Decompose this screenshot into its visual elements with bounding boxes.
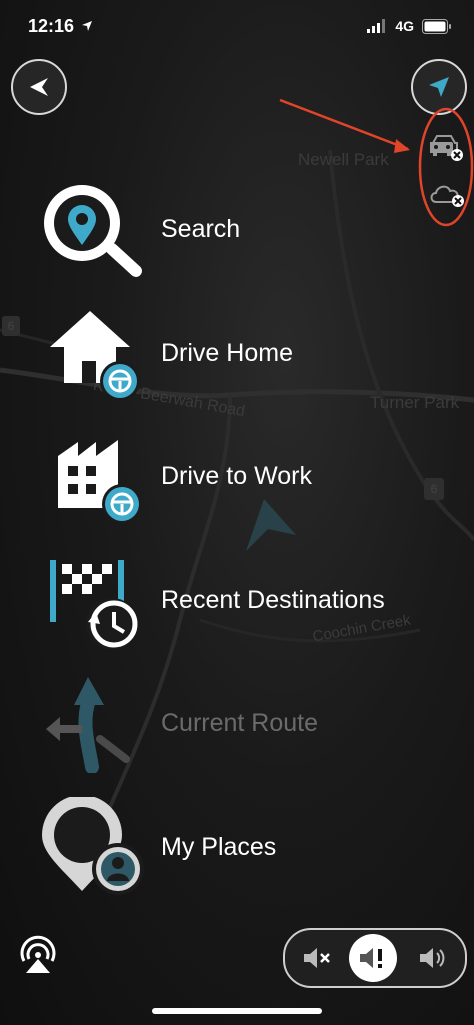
road-sign: 6 xyxy=(424,478,444,500)
annotation-highlight xyxy=(279,98,474,227)
menu-item-label: Drive to Work xyxy=(161,461,312,490)
menu-item-drive-to-work[interactable]: Drive to Work xyxy=(38,426,312,526)
back-arrow-icon xyxy=(30,78,48,96)
menu-item-label: Drive Home xyxy=(161,338,293,367)
sound-control xyxy=(283,928,467,988)
home-icon xyxy=(50,311,140,401)
road-sign: 6 xyxy=(2,316,20,336)
alerts-only-button[interactable] xyxy=(349,934,397,982)
menu-item-label: My Places xyxy=(161,832,277,861)
network-type: 4G xyxy=(395,18,414,34)
menu-item-label: Recent Destinations xyxy=(161,585,385,614)
menu-item-search[interactable]: Search xyxy=(38,179,240,279)
traffic-offline-icon[interactable] xyxy=(427,130,467,164)
battery-icon xyxy=(422,18,451,34)
back-button[interactable] xyxy=(11,59,67,115)
mute-button[interactable] xyxy=(293,934,341,982)
home-indicator[interactable] xyxy=(152,1008,322,1014)
speaker-mute-icon xyxy=(304,948,330,968)
current-route-icon xyxy=(46,677,130,774)
speaker-alert-icon xyxy=(360,948,382,968)
menu-item-recent-destinations[interactable]: Recent Destinations xyxy=(38,550,385,650)
menu-item-label: Current Route xyxy=(161,708,319,737)
weather-offline-icon[interactable] xyxy=(428,178,468,210)
speaker-on-icon xyxy=(420,948,445,968)
map-label: Turner Park xyxy=(370,393,460,412)
broadcast-icon xyxy=(20,935,56,973)
menu-item-label: Search xyxy=(161,214,241,243)
sound-on-button[interactable] xyxy=(409,934,457,982)
menu-item-drive-home[interactable]: Drive Home xyxy=(38,303,293,403)
connection-status-button[interactable] xyxy=(16,935,60,975)
location-arrow-icon xyxy=(82,21,93,31)
work-icon xyxy=(58,440,142,524)
menu-item-current-route[interactable]: Current Route xyxy=(38,673,318,774)
search-icon xyxy=(44,185,142,277)
status-bar: 12:16 4G xyxy=(0,0,474,58)
my-places-icon xyxy=(42,795,144,895)
current-position-icon xyxy=(246,499,296,551)
cellular-signal-icon xyxy=(367,19,386,33)
status-time: 12:16 xyxy=(28,16,93,37)
menu-item-my-places[interactable]: My Places xyxy=(38,795,276,897)
recent-destinations-icon xyxy=(50,560,138,650)
